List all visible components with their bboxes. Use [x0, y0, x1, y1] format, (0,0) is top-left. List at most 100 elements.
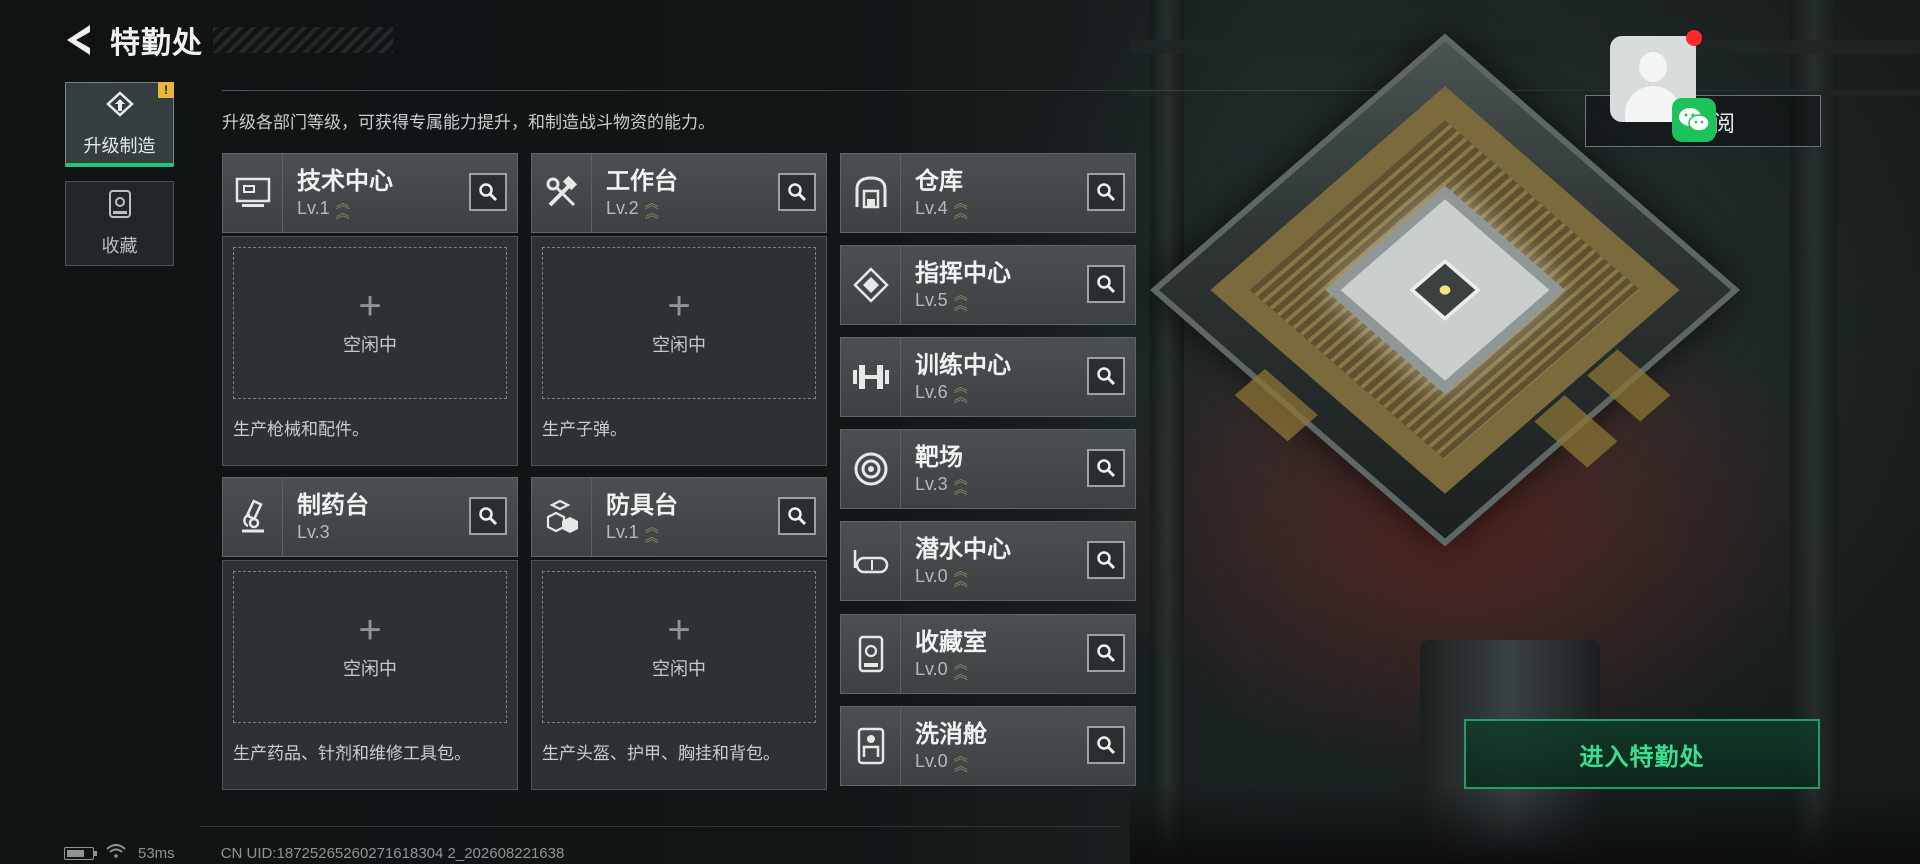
- dept-card-armor-bench[interactable]: 防具台 Lv.1 ︽ ︽: [531, 477, 827, 557]
- search-icon: [1097, 551, 1116, 570]
- dept-name: 收藏室: [915, 628, 987, 656]
- search-button[interactable]: [778, 173, 816, 211]
- tab-upgrade-craft[interactable]: ! 升级制造: [65, 82, 174, 167]
- production-panel-armor-bench: + 空闲中 生产头盔、护甲、胸挂和背包。: [531, 560, 827, 790]
- production-slot[interactable]: + 空闲中: [233, 247, 507, 399]
- tab-collection[interactable]: 收藏: [65, 181, 174, 266]
- target-icon: [841, 430, 901, 508]
- dept-card-tech-center[interactable]: 技术中心 Lv.1 ︽ ︽: [222, 153, 518, 233]
- alert-badge: !: [158, 82, 174, 98]
- search-button[interactable]: [1087, 357, 1125, 395]
- dept-level: Lv.0: [915, 658, 948, 679]
- enter-special-ops-button[interactable]: 进入特勤处: [1464, 719, 1820, 789]
- level-chevron-icon: ︽ ︽: [953, 471, 968, 497]
- production-description: 生产头盔、护甲、胸挂和背包。: [542, 744, 780, 763]
- hammer-wrench-icon: [532, 154, 592, 232]
- slot-status: 空闲中: [343, 335, 397, 355]
- title-decoration: [213, 27, 393, 53]
- search-icon: [1097, 644, 1116, 663]
- dept-card-workbench[interactable]: 工作台 Lv.2 ︽ ︽: [531, 153, 827, 233]
- dept-level: Lv.2: [606, 197, 639, 218]
- dept-card-decon-chamber[interactable]: 洗消舱 Lv.0 ︽ ︽: [840, 706, 1136, 786]
- search-icon: [1097, 736, 1116, 755]
- search-button[interactable]: [1087, 449, 1125, 487]
- search-icon: [788, 183, 807, 202]
- level-chevron-icon: ︽ ︽: [953, 563, 968, 589]
- plus-icon: +: [667, 284, 691, 328]
- slot-status: 空闲中: [652, 659, 706, 679]
- display-case-icon: [841, 615, 901, 693]
- dept-level: Lv.1: [606, 521, 639, 542]
- dept-name: 技术中心: [297, 167, 393, 195]
- dept-card-shooting-range[interactable]: 靶场 Lv.3 ︽ ︽: [840, 429, 1136, 509]
- level-chevron-icon: ︽ ︽: [644, 195, 659, 221]
- back-arrow-icon[interactable]: [60, 22, 96, 58]
- search-icon: [1097, 459, 1116, 478]
- search-button[interactable]: [1087, 634, 1125, 672]
- dept-level: Lv.0: [915, 750, 948, 771]
- production-slot[interactable]: + 空闲中: [542, 247, 816, 399]
- enter-button-label: 进入特勤处: [1579, 743, 1705, 771]
- search-icon: [479, 183, 498, 202]
- divider: [222, 90, 1822, 91]
- divider: [200, 826, 1120, 827]
- production-panel-workbench: + 空闲中 生产子弹。: [531, 236, 827, 466]
- search-button[interactable]: [1087, 265, 1125, 303]
- diving-goggles-icon: [841, 522, 901, 600]
- computer-terminal-icon: [223, 154, 283, 232]
- page-title: 特勤处: [110, 27, 203, 60]
- production-description: 生产枪械和配件。: [233, 420, 369, 439]
- search-button[interactable]: [469, 497, 507, 535]
- armor-blocks-icon: [532, 478, 592, 556]
- search-icon: [1097, 275, 1116, 294]
- level-chevron-icon: ︽ ︽: [335, 195, 350, 221]
- notification-dot: [1686, 30, 1702, 46]
- dept-card-collection-room[interactable]: 收藏室 Lv.0 ︽ ︽: [840, 614, 1136, 694]
- search-button[interactable]: [778, 497, 816, 535]
- dept-name: 工作台: [606, 167, 678, 195]
- plus-icon: +: [667, 608, 691, 652]
- wechat-icon[interactable]: [1672, 98, 1716, 142]
- search-button[interactable]: [469, 173, 507, 211]
- microscope-icon: [223, 478, 283, 556]
- dept-name: 制药台: [297, 491, 369, 519]
- dept-card-pharmacy[interactable]: 制药台 Lv.3: [222, 477, 518, 557]
- plus-icon: +: [358, 608, 382, 652]
- dumbbell-icon: [841, 338, 901, 416]
- slot-status: 空闲中: [343, 659, 397, 679]
- level-chevron-icon: ︽ ︽: [953, 379, 968, 405]
- search-button[interactable]: [1087, 173, 1125, 211]
- dept-name: 指挥中心: [915, 259, 1011, 287]
- dept-name: 洗消舱: [915, 720, 987, 748]
- battery-icon: [64, 846, 97, 860]
- dept-level: Lv.0: [915, 565, 948, 586]
- dept-card-training-center[interactable]: 训练中心 Lv.6 ︽ ︽: [840, 337, 1136, 417]
- search-icon: [788, 507, 807, 526]
- search-icon: [1097, 183, 1116, 202]
- dept-level: Lv.1: [297, 197, 330, 218]
- page-description: 升级各部门等级，可获得专属能力提升，和制造战斗物资的能力。: [222, 113, 715, 132]
- production-panel-tech-center: + 空闲中 生产枪械和配件。: [222, 236, 518, 466]
- dept-name: 仓库: [915, 167, 963, 195]
- production-description: 生产药品、针剂和维修工具包。: [233, 744, 471, 763]
- dept-card-warehouse[interactable]: 仓库 Lv.4 ︽ ︽: [840, 153, 1136, 233]
- level-chevron-icon: ︽ ︽: [644, 519, 659, 545]
- warehouse-icon: [841, 154, 901, 232]
- status-bar: 53ms CN UID:18725265260271618304 2_20260…: [64, 844, 564, 862]
- production-slot[interactable]: + 空闲中: [542, 571, 816, 723]
- command-diamond-icon: [841, 246, 901, 324]
- dept-level: Lv.3: [915, 473, 948, 494]
- dept-card-command-center[interactable]: 指挥中心 Lv.5 ︽ ︽: [840, 245, 1136, 325]
- production-slot[interactable]: + 空闲中: [233, 571, 507, 723]
- dept-card-diving-center[interactable]: 潜水中心 Lv.0 ︽ ︽: [840, 521, 1136, 601]
- level-chevron-icon: ︽ ︽: [953, 748, 968, 774]
- subscribe-label: 阅: [1713, 111, 1736, 136]
- slot-status: 空闲中: [652, 335, 706, 355]
- search-icon: [1097, 367, 1116, 386]
- search-icon: [479, 507, 498, 526]
- production-description: 生产子弹。: [542, 420, 627, 439]
- search-button[interactable]: [1087, 541, 1125, 579]
- search-button[interactable]: [1087, 726, 1125, 764]
- collection-case-icon: [107, 189, 133, 224]
- dept-name: 靶场: [915, 443, 963, 471]
